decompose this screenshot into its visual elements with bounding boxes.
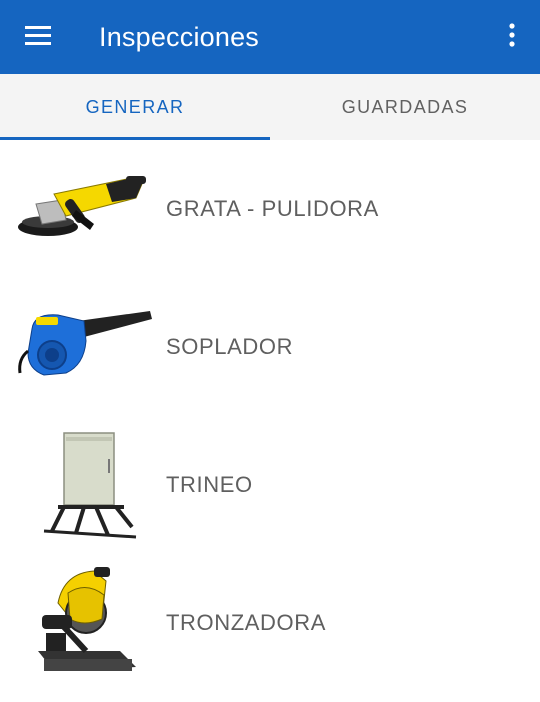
- list-item-tronzadora[interactable]: TRONZADORA: [0, 554, 540, 692]
- list-item-label: TRONZADORA: [166, 610, 326, 635]
- list-item-label: GRATA - PULIDORA: [166, 196, 379, 221]
- list-item-label: TRINEO: [166, 472, 253, 497]
- tab-generar[interactable]: GENERAR: [0, 74, 270, 140]
- tab-guardadas-label: GUARDADAS: [341, 96, 469, 117]
- list-item-soplador[interactable]: SOPLADOR: [0, 278, 540, 416]
- tab-bar: GENERAR GUARDADAS: [0, 74, 540, 140]
- tab-guardadas[interactable]: GUARDADAS: [270, 74, 540, 140]
- chop-saw-image: [14, 567, 154, 678]
- page-title: Inspecciones: [99, 22, 259, 52]
- list-item-trineo[interactable]: TRINEO: [0, 416, 540, 554]
- electrical-cabinet-sled-image: [14, 430, 154, 540]
- angle-grinder-image: [14, 154, 154, 264]
- more-vert-icon: [509, 23, 515, 47]
- overflow-menu-button[interactable]: [494, 15, 530, 55]
- menu-button[interactable]: [14, 15, 62, 55]
- list-item-grata-pulidora[interactable]: GRATA - PULIDORA: [0, 140, 540, 278]
- blower-image: [14, 292, 154, 402]
- hamburger-menu-icon: [25, 26, 51, 45]
- tab-generar-label: GENERAR: [85, 96, 185, 117]
- list-item-label: SOPLADOR: [166, 334, 294, 359]
- app-bar: Inspecciones: [0, 0, 540, 74]
- tool-list: GRATA - PULIDORA SOPLADOR TRINEO TRONZAD…: [0, 140, 540, 692]
